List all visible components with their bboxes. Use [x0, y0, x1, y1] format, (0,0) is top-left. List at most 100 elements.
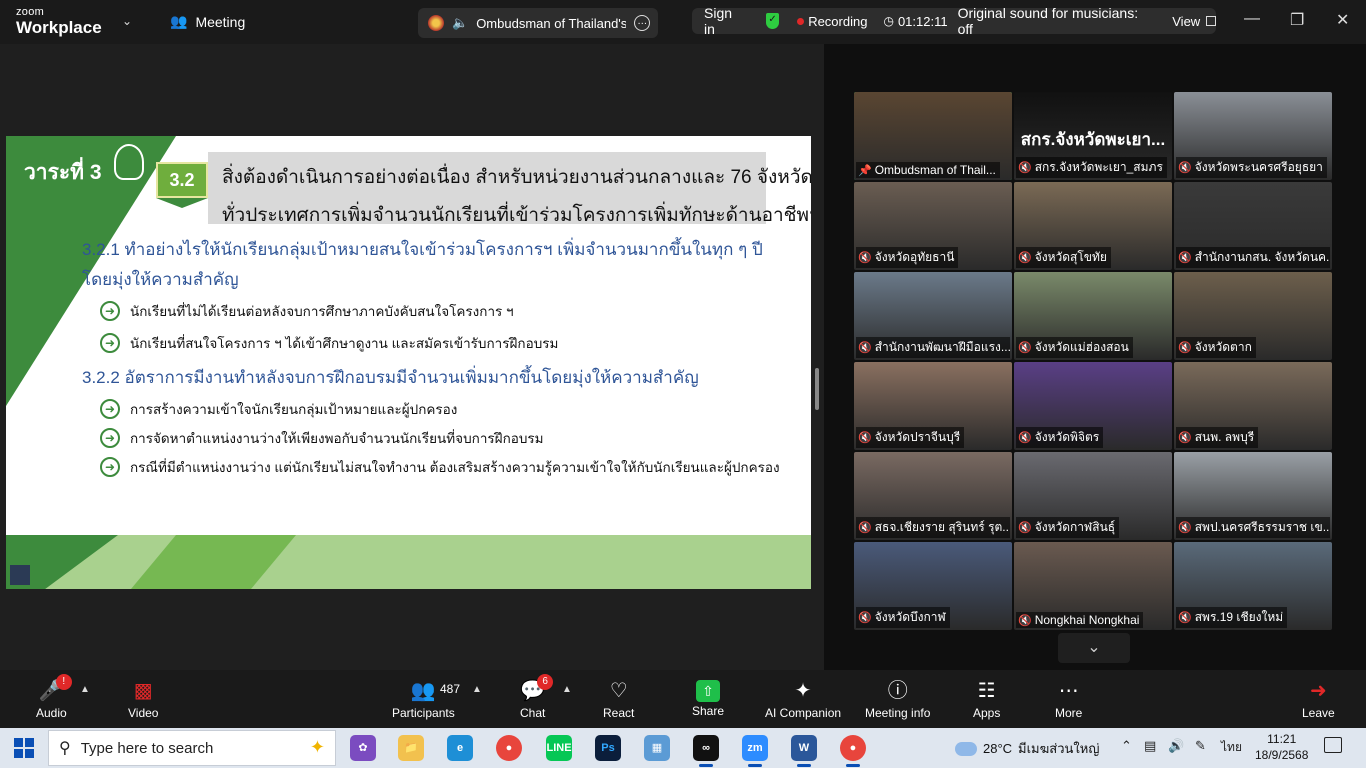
list-item: ➜ การสร้างความเข้าใจนักเรียนกลุ่มเป้าหมา…: [100, 398, 457, 420]
weather-widget[interactable]: 28°C มีเมฆส่วนใหญ่: [955, 738, 1099, 759]
more-button[interactable]: ⋯ More: [1055, 678, 1082, 720]
copilot-app-icon[interactable]: ✿: [350, 735, 376, 761]
more-options-icon[interactable]: …: [634, 15, 651, 31]
slide-footer: [6, 535, 811, 589]
taskbar-search-input[interactable]: ⚲ Type here to search ✦: [48, 730, 336, 766]
pen-icon[interactable]: ✎: [1195, 738, 1206, 754]
meeting-tab[interactable]: 🔈 Ombudsman of Thailand's s …: [418, 8, 658, 38]
presentation-slide: วาระที่ 3 3.2 สิ่งต้องดำเนินการอย่างต่อเ…: [6, 136, 811, 589]
participant-video-tile[interactable]: 📌 Ombudsman of Thail...: [854, 92, 1012, 180]
volume-icon[interactable]: 🔊: [1168, 738, 1184, 754]
chrome-browser-icon[interactable]: ●: [496, 735, 522, 761]
apps-button[interactable]: ☷ Apps: [973, 678, 1000, 720]
participant-name: จังหวัดอุทัยธานี: [874, 250, 955, 264]
participant-name-label: 🔇 จังหวัดสุโขทัย: [1016, 247, 1111, 268]
input-language[interactable]: ไทย: [1221, 738, 1242, 757]
participant-video-tile[interactable]: 🔇 จังหวัดปราจีนบุรี: [854, 362, 1012, 450]
participant-video-tile[interactable]: 🔇 สธจ.เชียงราย สุรินทร์ รุต...: [854, 452, 1012, 540]
word-app-icon[interactable]: W: [791, 735, 817, 767]
participants-count: 487: [440, 682, 461, 696]
participant-video-tile[interactable]: 🔇 จังหวัดพระนครศรีอยุธยา: [1174, 92, 1332, 180]
windows-taskbar: ⚲ Type here to search ✦ ✿ 📁 e ● LINE Ps …: [0, 728, 1366, 768]
section-321-line1: 3.2.1 ทำอย่างไรให้นักเรียนกลุ่มเป้าหมายส…: [82, 240, 763, 259]
arrow-right-icon: ➜: [100, 457, 120, 477]
chat-options-caret[interactable]: ▲: [562, 684, 572, 695]
video-button[interactable]: ▩ Video: [128, 678, 158, 720]
photoshop-app-icon[interactable]: Ps: [595, 735, 621, 761]
participant-video-tile[interactable]: 🔇 จังหวัดพิจิตร: [1014, 362, 1172, 450]
original-sound-toggle[interactable]: Original sound for musicians: off: [958, 5, 1153, 37]
taskbar-clock[interactable]: 11:21 18/9/2568: [1255, 731, 1308, 763]
participant-video-tile[interactable]: สกร.จังหวัดพะเยา... 🔇 สกร.จังหวัดพะเยา_สมภ…: [1014, 92, 1172, 180]
minimize-button[interactable]: —: [1244, 10, 1260, 28]
muted-mic-icon: 🔇: [858, 432, 872, 444]
network-icon[interactable]: ▤: [1144, 738, 1156, 754]
participant-name-label: 🔇 จังหวัดบึงกาฬ: [856, 607, 950, 628]
tray-expand-icon[interactable]: ⌃: [1121, 738, 1132, 754]
gallery-scroll-down-button[interactable]: ⌄: [1058, 633, 1130, 663]
participant-video-tile[interactable]: 🔇 จังหวัดอุทัยธานี: [854, 182, 1012, 270]
temperature: 28°C: [983, 741, 1013, 756]
microphone-icon: 🎤!: [39, 674, 72, 704]
maximize-button[interactable]: ❐: [1290, 10, 1304, 30]
file-explorer-icon[interactable]: 📁: [398, 735, 424, 761]
clock-time: 11:21: [1267, 732, 1297, 746]
participant-name: Ombudsman of Thail...: [874, 163, 996, 177]
meeting-timer: 01:12:11: [897, 13, 948, 29]
leave-button[interactable]: ➜ Leave: [1302, 678, 1335, 720]
cloud-icon: [955, 741, 977, 756]
audio-button[interactable]: 🎤! Audio: [36, 674, 72, 720]
organization-seal-icon: [428, 15, 444, 31]
control-panel-icon[interactable]: ▦: [644, 735, 670, 761]
participant-video-tile[interactable]: 🔇 สนพ. ลพบุรี: [1174, 362, 1332, 450]
audio-options-caret[interactable]: ▲: [80, 684, 90, 695]
list-item: ➜ นักเรียนที่สนใจโครงการ ฯ ได้เข้าศึกษาด…: [100, 332, 558, 354]
meeting-info-button[interactable]: ⓘ Meeting info: [865, 678, 930, 720]
panel-resize-handle[interactable]: [815, 368, 819, 410]
meeting-button[interactable]: 👥 Meeting: [170, 13, 245, 30]
participant-video-tile[interactable]: 🔇 จังหวัดสุโขทัย: [1014, 182, 1172, 270]
participant-video-tile[interactable]: 🔇 สพป.นครศรีธรรมราช เข...: [1174, 452, 1332, 540]
participant-video-tile[interactable]: 🔇 สพร.19 เชียงใหม่: [1174, 542, 1332, 630]
share-button[interactable]: ⇧ Share: [692, 678, 724, 718]
chrome-profile-icon[interactable]: ●: [840, 735, 866, 767]
participant-name-label: 🔇 สำนักงานกสน. จังหวัดนค...: [1176, 247, 1330, 268]
close-button[interactable]: ✕: [1336, 10, 1349, 30]
participant-video-tile[interactable]: 🔇 จังหวัดตาก: [1174, 272, 1332, 360]
chat-button[interactable]: 💬 6 Chat: [520, 674, 554, 720]
participant-video-tile[interactable]: 🔇 จังหวัดแม่ฮ่องสอน: [1014, 272, 1172, 360]
security-shield-icon[interactable]: ✓: [765, 13, 780, 29]
grid-view-icon[interactable]: [1206, 16, 1216, 26]
react-button[interactable]: ♡ React: [603, 678, 634, 720]
participant-name: จังหวัดพิจิตร: [1034, 430, 1100, 444]
participant-name: สำนักงานพัฒนาฝีมือแรง...: [874, 340, 1010, 354]
leave-door-icon: ➜: [1309, 680, 1327, 702]
participant-video-tile[interactable]: 🔇 จังหวัดกาฬสินธุ์: [1014, 452, 1172, 540]
participant-video-tile[interactable]: 🔇 สำนักงานกสน. จังหวัดนค...: [1174, 182, 1332, 270]
notification-center-icon[interactable]: [1324, 737, 1342, 753]
zoom-app-icon[interactable]: zm: [742, 735, 768, 767]
muted-mic-icon: 🔇: [1018, 432, 1032, 444]
participant-name-label: 🔇 จังหวัดปราจีนบุรี: [856, 427, 965, 448]
chevron-down-icon[interactable]: ⌄: [122, 14, 132, 28]
arrow-right-icon: ➜: [100, 333, 120, 353]
muted-mic-icon: 🔇: [1178, 162, 1192, 174]
bullet-text: นักเรียนที่ไม่ได้เรียนต่อหลังจบการศึกษาภ…: [130, 304, 514, 319]
windows-start-icon[interactable]: [14, 738, 34, 758]
participant-name-label: 🔇 สำนักงานพัฒนาฝีมือแรง...: [856, 337, 1010, 358]
participant-video-tile[interactable]: 🔇 จังหวัดบึงกาฬ: [854, 542, 1012, 630]
footer-square: [10, 565, 30, 585]
participant-video-tile[interactable]: 🔇 Nongkhai Nongkhai: [1014, 542, 1172, 630]
webex-app-icon[interactable]: ∞: [693, 735, 719, 767]
recording-label[interactable]: Recording: [808, 14, 867, 29]
ai-companion-button[interactable]: ✦ AI Companion: [765, 678, 841, 720]
view-button[interactable]: View: [1172, 14, 1200, 29]
participants-options-caret[interactable]: ▲: [472, 684, 482, 695]
participant-name: จังหวัดสุโขทัย: [1034, 250, 1107, 264]
participant-video-tile[interactable]: 🔇 สำนักงานพัฒนาฝีมือแรง...: [854, 272, 1012, 360]
edge-browser-icon[interactable]: e: [447, 735, 473, 761]
line-app-icon[interactable]: LINE: [546, 735, 572, 761]
sign-in-button[interactable]: Sign in: [704, 5, 746, 37]
list-item: ➜ นักเรียนที่ไม่ได้เรียนต่อหลังจบการศึกษ…: [100, 300, 514, 322]
zoom-logo[interactable]: zoom Workplace: [16, 7, 102, 37]
